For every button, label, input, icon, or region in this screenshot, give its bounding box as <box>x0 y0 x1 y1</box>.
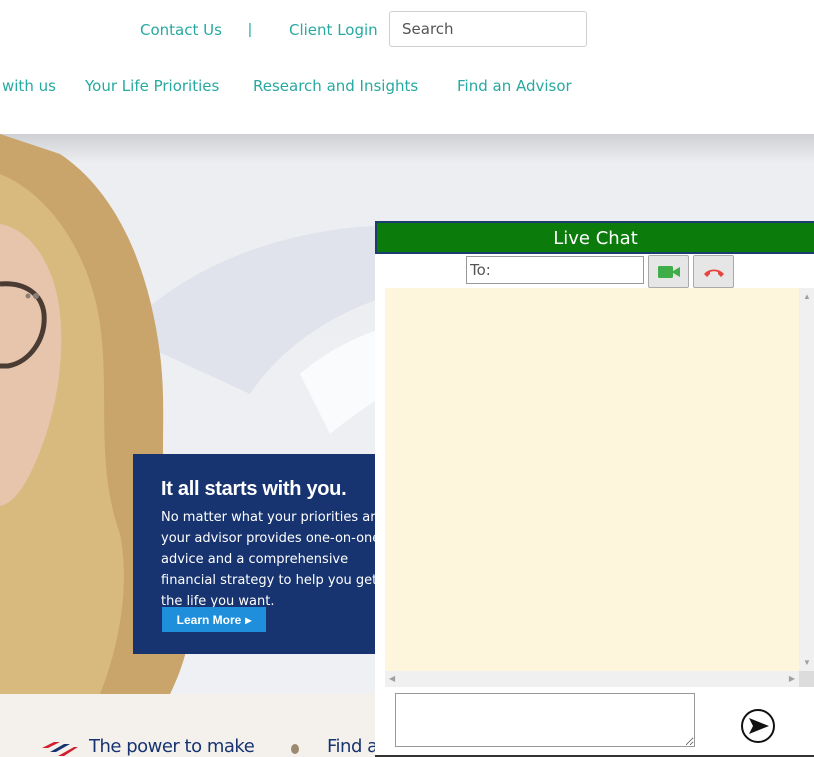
chat-recipient-input[interactable] <box>466 256 644 284</box>
coin-icon <box>291 744 299 754</box>
nav-item-research[interactable]: Research and Insights <box>253 77 418 95</box>
client-login-link[interactable]: Client Login <box>289 21 378 39</box>
feature-item-power[interactable]: The power to make <box>89 736 255 757</box>
learn-more-label: Learn More <box>176 612 242 627</box>
scrollbar-corner <box>799 671 814 687</box>
nav-separator: | <box>248 21 252 38</box>
scroll-right-icon[interactable]: ▶ <box>789 674 795 683</box>
vertical-scrollbar[interactable]: ▲ ▼ <box>799 288 814 671</box>
contact-us-link[interactable]: Contact Us <box>140 21 222 39</box>
promo-body: No matter what your priorities are, your… <box>161 510 375 609</box>
send-arrow-icon[interactable] <box>740 708 776 744</box>
learn-more-button[interactable]: Learn More ▸ <box>162 607 266 632</box>
nav-item-find-advisor[interactable]: Find an Advisor <box>457 77 572 95</box>
scroll-up-icon[interactable]: ▲ <box>803 292 811 301</box>
hang-up-button[interactable] <box>693 255 734 288</box>
chat-header[interactable]: Live Chat <box>375 221 814 254</box>
video-call-button[interactable] <box>648 255 689 288</box>
search-input[interactable] <box>389 11 587 47</box>
video-camera-icon <box>657 265 680 278</box>
phone-hangup-icon <box>703 269 724 277</box>
nav-item-life-priorities[interactable]: Your Life Priorities <box>85 77 219 95</box>
promo-card: It all starts with you. No matter what y… <box>133 454 375 654</box>
scroll-down-icon[interactable]: ▼ <box>803 658 811 667</box>
nav-item-with-us[interactable]: with us <box>2 77 56 95</box>
promo-title: It all starts with you. <box>161 478 347 500</box>
chat-message-area[interactable] <box>385 288 799 671</box>
horizontal-scrollbar[interactable]: ◀ ▶ <box>385 671 799 687</box>
scroll-left-icon[interactable]: ◀ <box>389 674 395 683</box>
caret-right-icon: ▸ <box>245 612 252 627</box>
feature-item-find[interactable]: Find a <box>327 736 378 757</box>
flag-logo-icon <box>42 742 78 756</box>
chat-compose-input[interactable] <box>395 693 695 747</box>
site-header: Contact Us | Client Login with us Your L… <box>0 0 814 134</box>
live-chat-panel: Live Chat ▲ ▼ ◀ ▶ <box>375 221 814 757</box>
